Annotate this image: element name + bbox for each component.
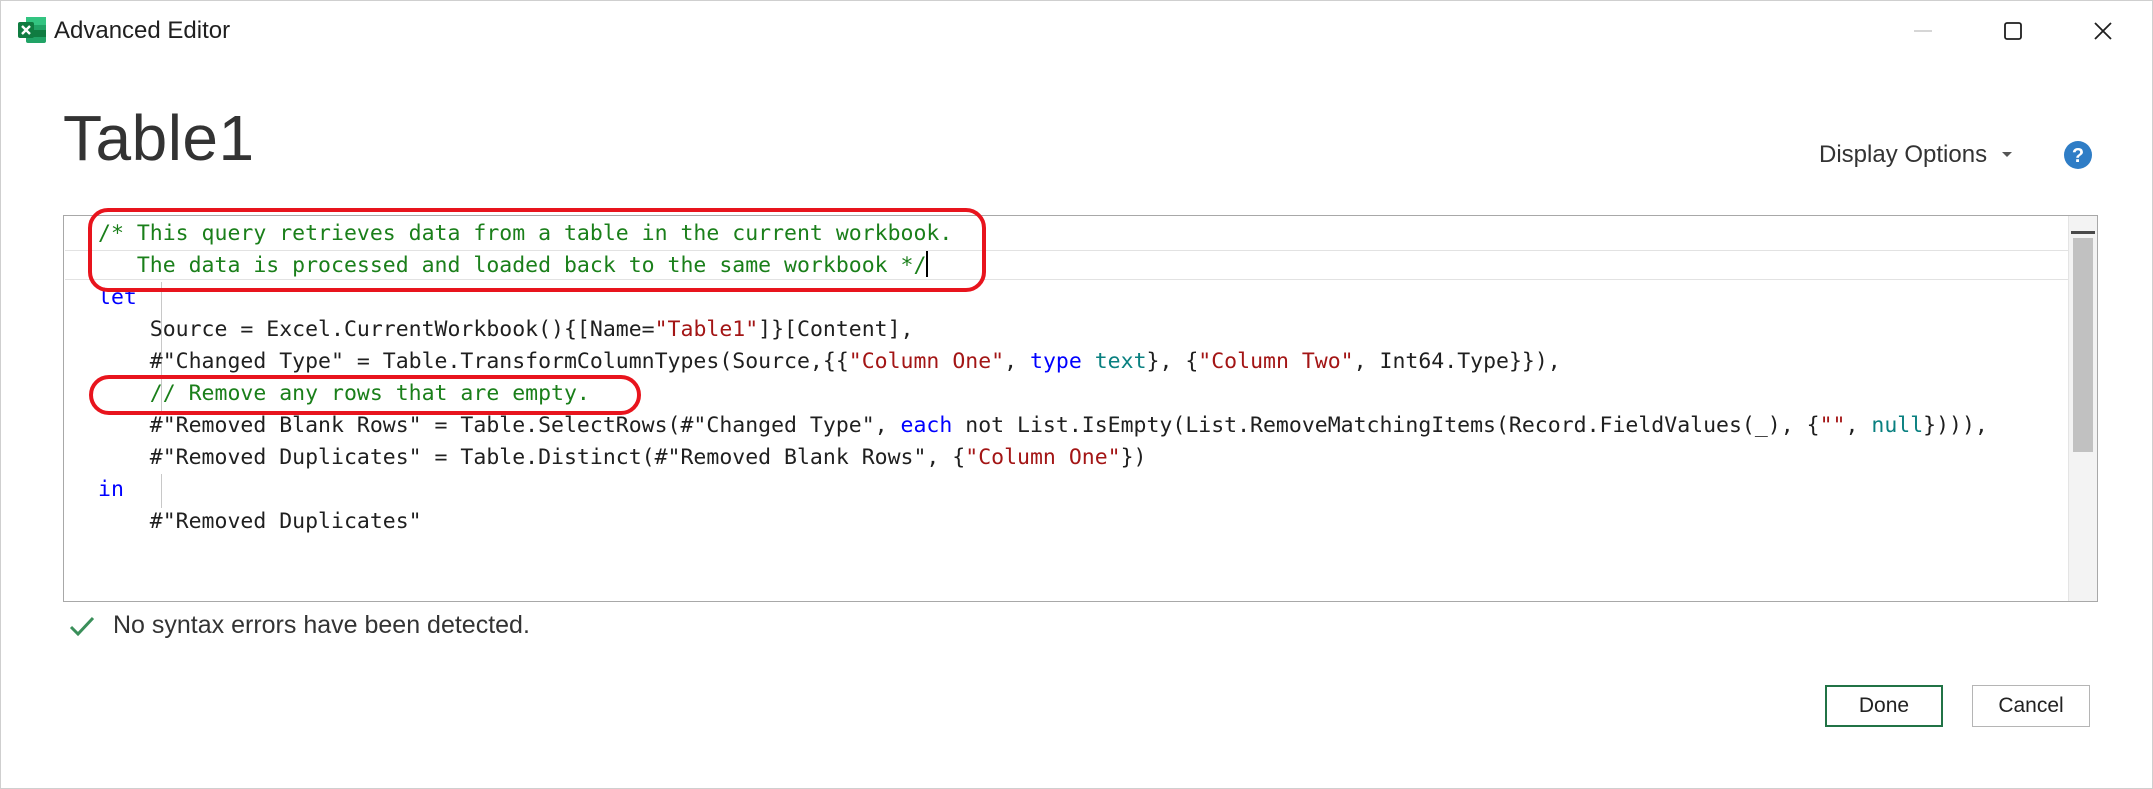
scrollbar-thumb[interactable]	[2073, 238, 2093, 452]
query-name: Table1	[63, 102, 255, 174]
code-line[interactable]: Source = Excel.CurrentWorkbook(){[Name="…	[98, 314, 1988, 346]
code-token: #"Removed Duplicates"	[98, 509, 422, 534]
code-text[interactable]: /* This query retrieves data from a tabl…	[98, 218, 1988, 538]
code-token: , Int64.Type}}),	[1353, 349, 1561, 374]
advanced-editor-window: Advanced Editor Table1 Display Options ?	[0, 0, 2153, 789]
done-button[interactable]: Done	[1825, 685, 1943, 727]
code-token: #"Removed Blank Rows" = Table.SelectRows…	[98, 413, 901, 438]
code-line[interactable]: let	[98, 282, 1988, 314]
text-cursor	[926, 251, 929, 277]
display-options-dropdown[interactable]: Display Options	[1819, 141, 2013, 169]
code-token: null	[1871, 413, 1924, 438]
code-line[interactable]: in	[98, 474, 1988, 506]
excel-icon	[18, 17, 46, 43]
svg-text:?: ?	[2072, 145, 2084, 167]
code-token: #"Removed Duplicates" = Table.Distinct(#…	[98, 445, 966, 470]
maximize-button[interactable]	[1968, 1, 2058, 61]
code-token: in	[98, 477, 124, 502]
help-icon[interactable]: ?	[2063, 140, 2093, 170]
scroll-position-marker	[2071, 231, 2095, 234]
code-token: /* This query retrieves data from a tabl…	[98, 221, 953, 246]
code-token: "Column Two"	[1198, 349, 1354, 374]
code-token: })	[1120, 445, 1147, 470]
code-token: each	[900, 413, 953, 438]
code-token: ""	[1819, 413, 1846, 438]
vertical-scrollbar[interactable]	[2068, 216, 2097, 601]
code-token: "Column One"	[848, 349, 1005, 374]
code-token: let	[98, 285, 137, 310]
code-line[interactable]: // Remove any rows that are empty.	[98, 378, 1988, 410]
code-line[interactable]: #"Changed Type" = Table.TransformColumnT…	[98, 346, 1988, 378]
code-token: #"Changed Type" = Table.TransformColumnT…	[98, 349, 849, 374]
minimize-button[interactable]	[1878, 1, 1968, 61]
code-token: type	[1030, 349, 1082, 374]
minimize-icon	[1914, 30, 1932, 32]
code-editor[interactable]: /* This query retrieves data from a tabl…	[63, 215, 2098, 602]
code-token: ]}[Content],	[758, 317, 914, 342]
maximize-icon	[2004, 22, 2022, 40]
code-token: }))),	[1923, 413, 1988, 438]
title-bar[interactable]: Advanced Editor	[1, 1, 2152, 61]
code-line[interactable]: /* This query retrieves data from a tabl…	[98, 218, 1988, 250]
code-line[interactable]: #"Removed Duplicates"	[98, 506, 1988, 538]
code-token: Source = Excel.CurrentWorkbook(){[Name=	[98, 317, 655, 342]
code-token: ,	[1845, 413, 1872, 438]
syntax-status: No syntax errors have been detected.	[69, 611, 530, 640]
code-token: ,	[1004, 349, 1030, 374]
close-icon	[2094, 22, 2112, 40]
cancel-button[interactable]: Cancel	[1972, 685, 2090, 727]
chevron-down-icon	[2002, 152, 2013, 157]
code-token: // Remove any rows that are empty.	[98, 381, 590, 406]
window-title: Advanced Editor	[54, 17, 231, 44]
code-line[interactable]: #"Removed Duplicates" = Table.Distinct(#…	[98, 442, 1988, 474]
code-line[interactable]: #"Removed Blank Rows" = Table.SelectRows…	[98, 410, 1988, 442]
code-token: text	[1094, 349, 1147, 374]
close-button[interactable]	[2058, 1, 2148, 61]
code-token: "Column One"	[965, 445, 1121, 470]
code-token: "Table1"	[654, 317, 759, 342]
code-token: The data is processed and loaded back to…	[98, 253, 927, 278]
code-line[interactable]: The data is processed and loaded back to…	[98, 250, 1988, 282]
display-options-label: Display Options	[1819, 141, 1988, 168]
checkmark-icon	[69, 616, 95, 636]
code-token: not List.IsEmpty(List.RemoveMatchingItem…	[952, 413, 1820, 438]
code-token: }, {	[1146, 349, 1199, 374]
status-message: No syntax errors have been detected.	[113, 611, 530, 639]
